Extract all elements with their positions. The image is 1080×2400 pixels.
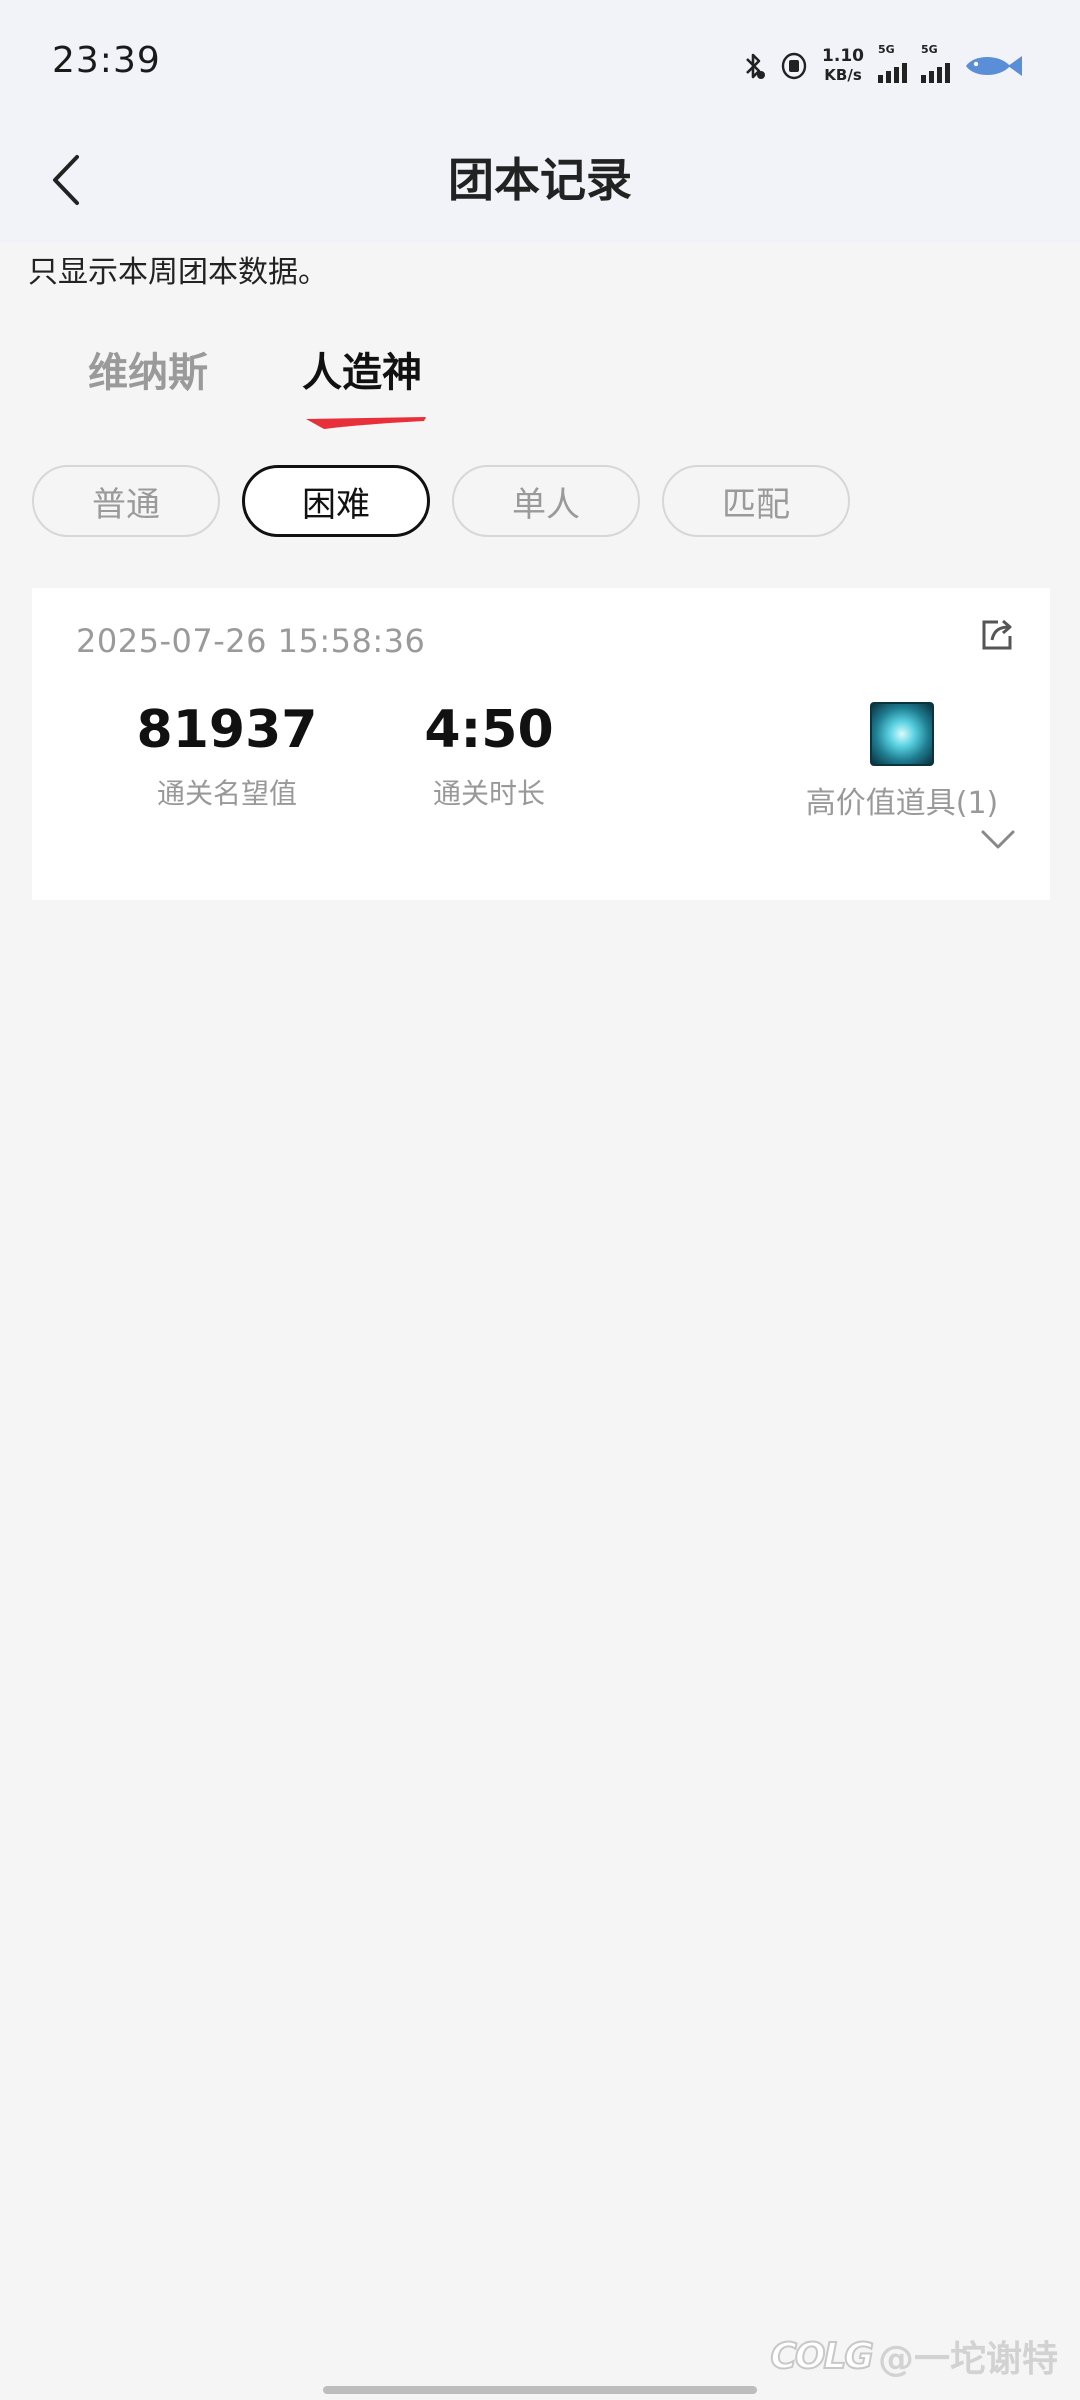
chevron-down-icon[interactable]: [980, 828, 1016, 852]
signal-icon: 5G: [878, 43, 907, 83]
network-speed-unit: KB/s: [824, 66, 862, 84]
difficulty-filters: 普通 困难 单人 匹配: [32, 465, 850, 537]
raid-tabs: 维纳斯 人造神: [0, 330, 1080, 440]
item-icon: [870, 702, 934, 766]
sim1-label: 5G: [878, 43, 895, 56]
reputation-value: 81937: [136, 700, 318, 760]
watermark-handle: @一坨谢特: [877, 2339, 1058, 2380]
duration-value: 4:50: [424, 700, 554, 760]
filter-solo[interactable]: 单人: [452, 465, 640, 537]
status-time: 23:39: [52, 40, 161, 81]
nav-bar: 团本记录: [0, 130, 1080, 243]
watermark: COLG @一坨谢特: [769, 2330, 1058, 2382]
network-speed-value: 1.10: [822, 46, 864, 66]
battery-fish-icon: [966, 56, 1022, 76]
reputation-stat: 81937 通关名望值: [94, 698, 360, 812]
record-card: 2025-07-26 15:58:36 81937 通关名望值 4:50 通关时…: [32, 588, 1050, 900]
weekly-notice: 只显示本周团本数据。: [28, 255, 328, 290]
tab-artificial-god[interactable]: 人造神: [302, 340, 422, 398]
share-icon[interactable]: [978, 616, 1016, 654]
filter-hard[interactable]: 困难: [242, 465, 430, 537]
active-tab-indicator: [306, 417, 426, 429]
duration-label: 通关时长: [432, 777, 545, 810]
high-value-item[interactable]: 高价值道具(1): [752, 702, 1052, 822]
record-datetime: 2025-07-26 15:58:36: [76, 622, 426, 660]
filter-match[interactable]: 匹配: [662, 465, 850, 537]
home-indicator[interactable]: [323, 2386, 757, 2394]
filter-normal[interactable]: 普通: [32, 465, 220, 537]
vpn-icon: [781, 52, 807, 80]
network-speed: 1.10 KB/s: [822, 47, 864, 85]
watermark-logo: COLG: [769, 2335, 874, 2378]
status-bar: 23:39 1.10 KB/s 5G 5G: [0, 0, 1080, 130]
item-label: 高价值道具(1): [805, 786, 999, 821]
reputation-label: 通关名望值: [156, 777, 297, 810]
signal-icon: 5G: [921, 43, 950, 83]
bluetooth-icon: [746, 53, 766, 79]
sim2-label: 5G: [921, 43, 938, 56]
tab-venus[interactable]: 维纳斯: [88, 340, 208, 398]
status-icons: 1.10 KB/s 5G 5G: [740, 43, 1024, 88]
header-area: 23:39 1.10 KB/s 5G 5G 团本记录: [0, 0, 1080, 243]
page-title: 团本记录: [448, 153, 632, 207]
duration-stat: 4:50 通关时长: [362, 698, 616, 812]
